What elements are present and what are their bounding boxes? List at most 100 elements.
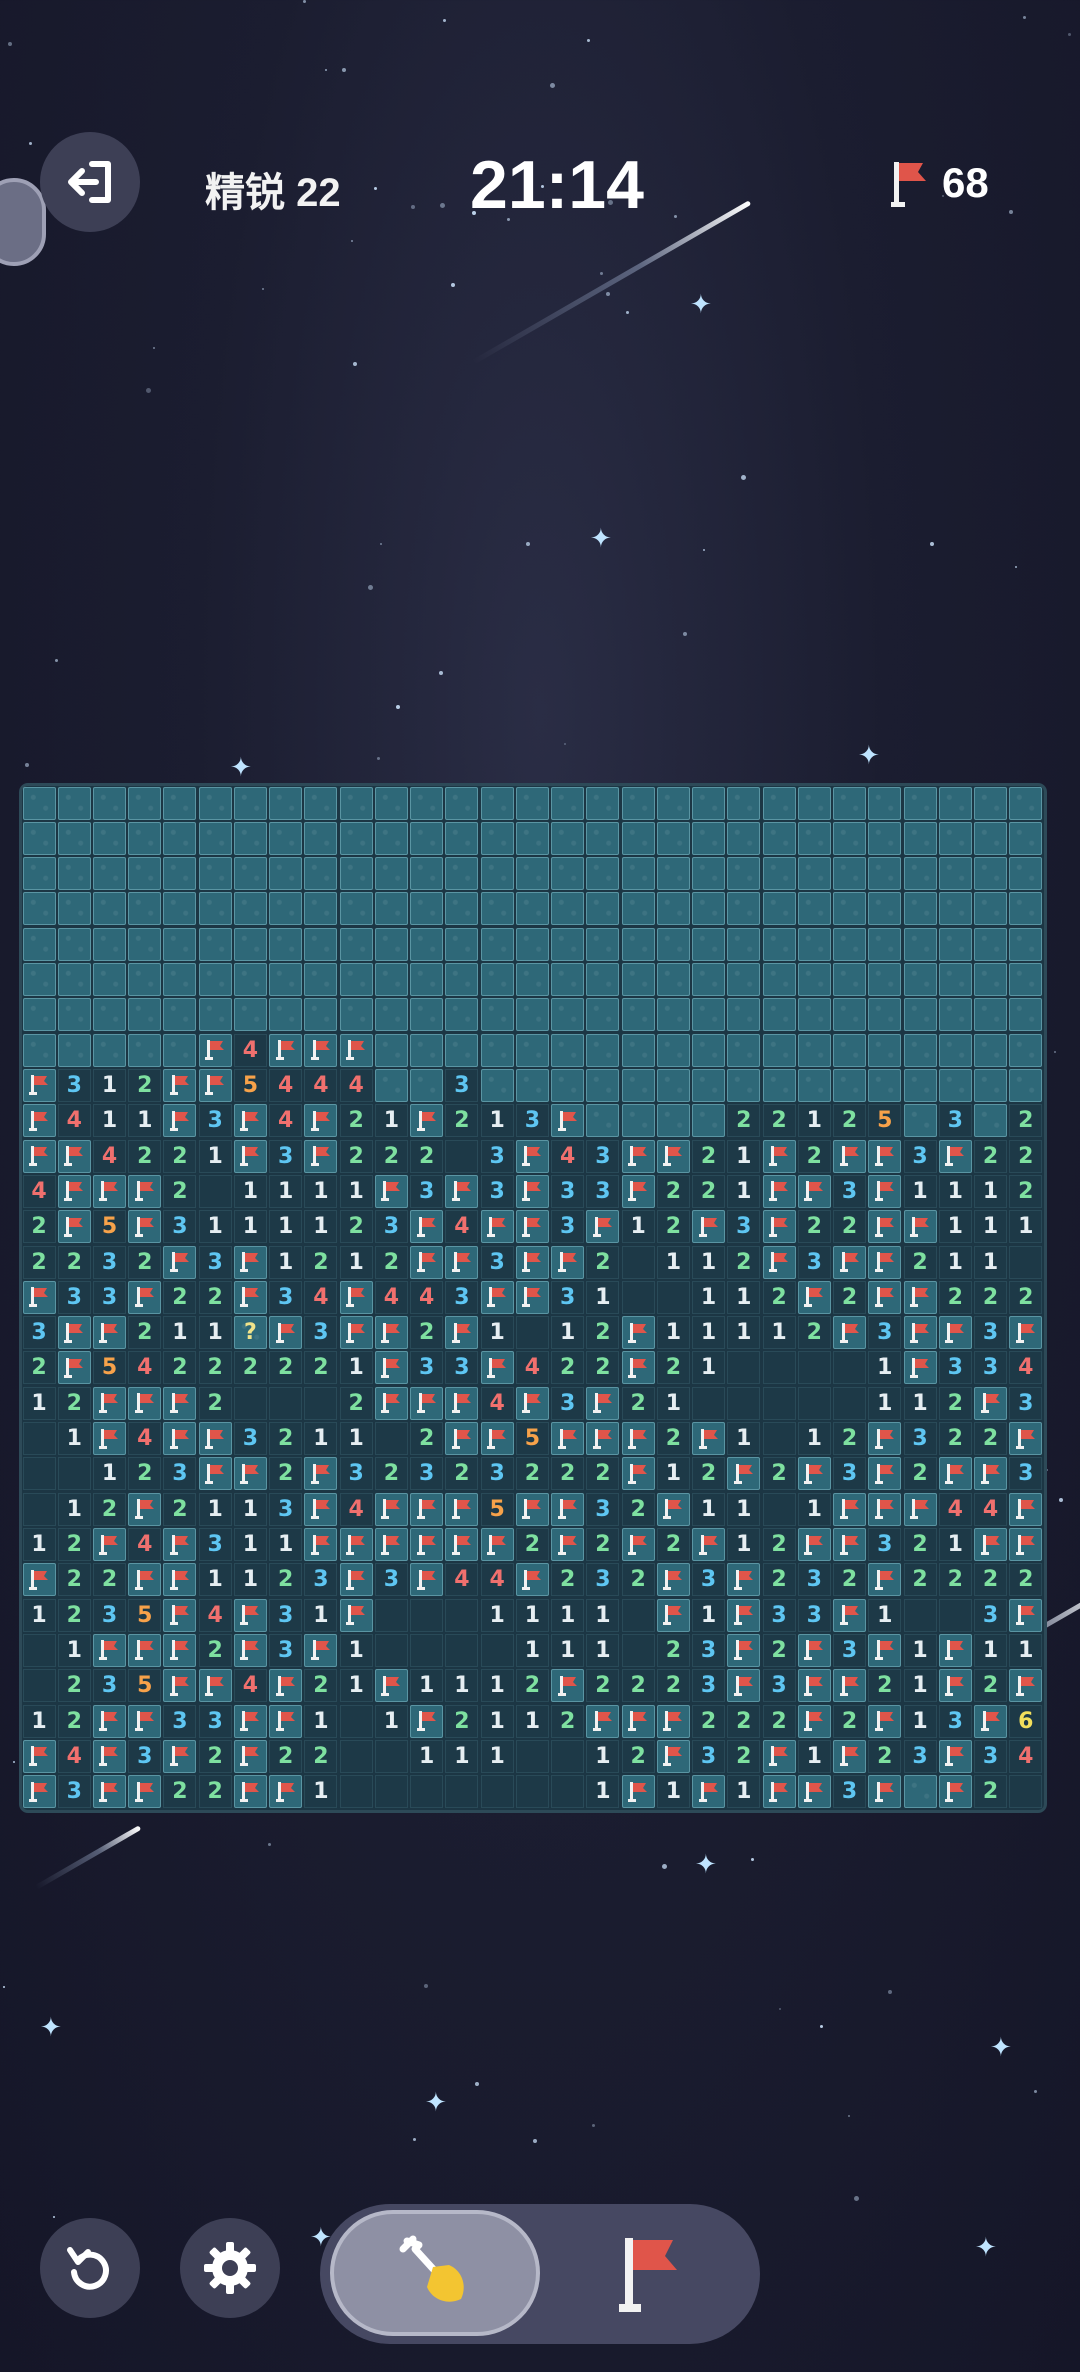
covered-cell[interactable] <box>586 1033 620 1067</box>
number-cell[interactable]: 2 <box>515 1669 549 1703</box>
flagged-cell[interactable] <box>198 1669 232 1703</box>
number-cell[interactable]: 2 <box>198 1351 232 1385</box>
number-cell[interactable]: 2 <box>374 1457 408 1491</box>
number-cell[interactable]: 1 <box>339 1351 373 1385</box>
number-cell[interactable]: 1 <box>198 1563 232 1597</box>
number-cell[interactable]: 1 <box>304 1174 338 1208</box>
flagged-cell[interactable] <box>233 1104 267 1138</box>
number-cell[interactable]: 1 <box>339 1633 373 1667</box>
number-cell[interactable]: 1 <box>92 1068 126 1102</box>
number-cell[interactable]: 3 <box>797 1563 831 1597</box>
number-cell[interactable]: 3 <box>586 1174 620 1208</box>
empty-cell[interactable] <box>410 1633 444 1667</box>
covered-cell[interactable] <box>656 1068 690 1102</box>
empty-cell[interactable] <box>339 1704 373 1738</box>
number-cell[interactable]: 1 <box>515 1598 549 1632</box>
number-cell[interactable]: 2 <box>974 1280 1008 1314</box>
number-cell[interactable]: 1 <box>57 1492 91 1526</box>
covered-cell[interactable] <box>727 892 761 926</box>
covered-cell[interactable] <box>515 786 549 820</box>
number-cell[interactable]: 3 <box>198 1704 232 1738</box>
flagged-cell[interactable] <box>128 1174 162 1208</box>
exit-button[interactable] <box>40 132 140 232</box>
number-cell[interactable]: 2 <box>515 1457 549 1491</box>
number-cell[interactable]: 1 <box>938 1245 972 1279</box>
flagged-cell[interactable] <box>692 1210 726 1244</box>
covered-cell[interactable] <box>762 786 796 820</box>
flagged-cell[interactable] <box>445 1386 479 1420</box>
number-cell[interactable]: 4 <box>374 1280 408 1314</box>
number-cell[interactable]: 1 <box>339 1245 373 1279</box>
number-cell[interactable]: 2 <box>797 1210 831 1244</box>
empty-cell[interactable] <box>1009 1775 1043 1809</box>
number-cell[interactable]: 2 <box>762 1457 796 1491</box>
covered-cell[interactable] <box>269 857 303 891</box>
empty-cell[interactable] <box>833 1351 867 1385</box>
covered-cell[interactable] <box>586 1068 620 1102</box>
flagged-cell[interactable] <box>233 1245 267 1279</box>
number-cell[interactable]: 2 <box>903 1457 937 1491</box>
number-cell[interactable]: 3 <box>833 1633 867 1667</box>
number-cell[interactable]: 3 <box>833 1174 867 1208</box>
empty-cell[interactable] <box>445 1633 479 1667</box>
covered-cell[interactable] <box>92 786 126 820</box>
number-cell[interactable]: 3 <box>551 1210 585 1244</box>
empty-cell[interactable] <box>22 1422 56 1456</box>
number-cell[interactable]: 2 <box>304 1245 338 1279</box>
flagged-cell[interactable] <box>374 1669 408 1703</box>
flagged-cell[interactable] <box>233 1739 267 1773</box>
question-cell[interactable]: ? <box>233 1316 267 1350</box>
covered-cell[interactable] <box>692 998 726 1032</box>
number-cell[interactable]: 1 <box>374 1704 408 1738</box>
number-cell[interactable]: 3 <box>445 1351 479 1385</box>
covered-cell[interactable] <box>621 963 655 997</box>
number-cell[interactable]: 1 <box>974 1633 1008 1667</box>
flagged-cell[interactable] <box>233 1704 267 1738</box>
flagged-cell[interactable] <box>974 1386 1008 1420</box>
number-cell[interactable]: 2 <box>903 1563 937 1597</box>
number-cell[interactable]: 2 <box>656 1174 690 1208</box>
flagged-cell[interactable] <box>374 1492 408 1526</box>
covered-cell[interactable] <box>586 786 620 820</box>
number-cell[interactable]: 4 <box>410 1280 444 1314</box>
number-cell[interactable]: 3 <box>445 1280 479 1314</box>
covered-cell[interactable] <box>515 892 549 926</box>
covered-cell[interactable] <box>551 1068 585 1102</box>
flagged-cell[interactable] <box>163 1598 197 1632</box>
covered-cell[interactable] <box>692 927 726 961</box>
number-cell[interactable]: 2 <box>1009 1563 1043 1597</box>
covered-cell[interactable] <box>374 1033 408 1067</box>
flagged-cell[interactable] <box>339 1316 373 1350</box>
number-cell[interactable]: 2 <box>797 1316 831 1350</box>
number-cell[interactable]: 1 <box>938 1210 972 1244</box>
flagged-cell[interactable] <box>727 1598 761 1632</box>
flagged-cell[interactable] <box>233 1280 267 1314</box>
flagged-cell[interactable] <box>833 1139 867 1173</box>
number-cell[interactable]: 1 <box>868 1386 902 1420</box>
number-cell[interactable]: 1 <box>868 1598 902 1632</box>
number-cell[interactable]: 4 <box>128 1422 162 1456</box>
number-cell[interactable]: 1 <box>551 1633 585 1667</box>
covered-cell[interactable] <box>515 927 549 961</box>
covered-cell[interactable] <box>551 857 585 891</box>
number-cell[interactable]: 3 <box>762 1669 796 1703</box>
covered-cell[interactable] <box>163 786 197 820</box>
flagged-cell[interactable] <box>480 1422 514 1456</box>
flagged-cell[interactable] <box>128 1633 162 1667</box>
flagged-cell[interactable] <box>833 1245 867 1279</box>
flagged-cell[interactable] <box>1009 1422 1043 1456</box>
flagged-cell[interactable] <box>903 1316 937 1350</box>
number-cell[interactable]: 2 <box>128 1245 162 1279</box>
flagged-cell[interactable] <box>974 1457 1008 1491</box>
number-cell[interactable]: 2 <box>656 1669 690 1703</box>
number-cell[interactable]: 4 <box>938 1492 972 1526</box>
number-cell[interactable]: 3 <box>445 1068 479 1102</box>
covered-cell[interactable] <box>692 892 726 926</box>
flagged-cell[interactable] <box>22 1739 56 1773</box>
covered-cell[interactable] <box>621 998 655 1032</box>
number-cell[interactable]: 3 <box>551 1280 585 1314</box>
number-cell[interactable]: 2 <box>57 1245 91 1279</box>
number-cell[interactable]: 1 <box>339 1669 373 1703</box>
covered-cell[interactable] <box>445 927 479 961</box>
number-cell[interactable]: 5 <box>868 1104 902 1138</box>
